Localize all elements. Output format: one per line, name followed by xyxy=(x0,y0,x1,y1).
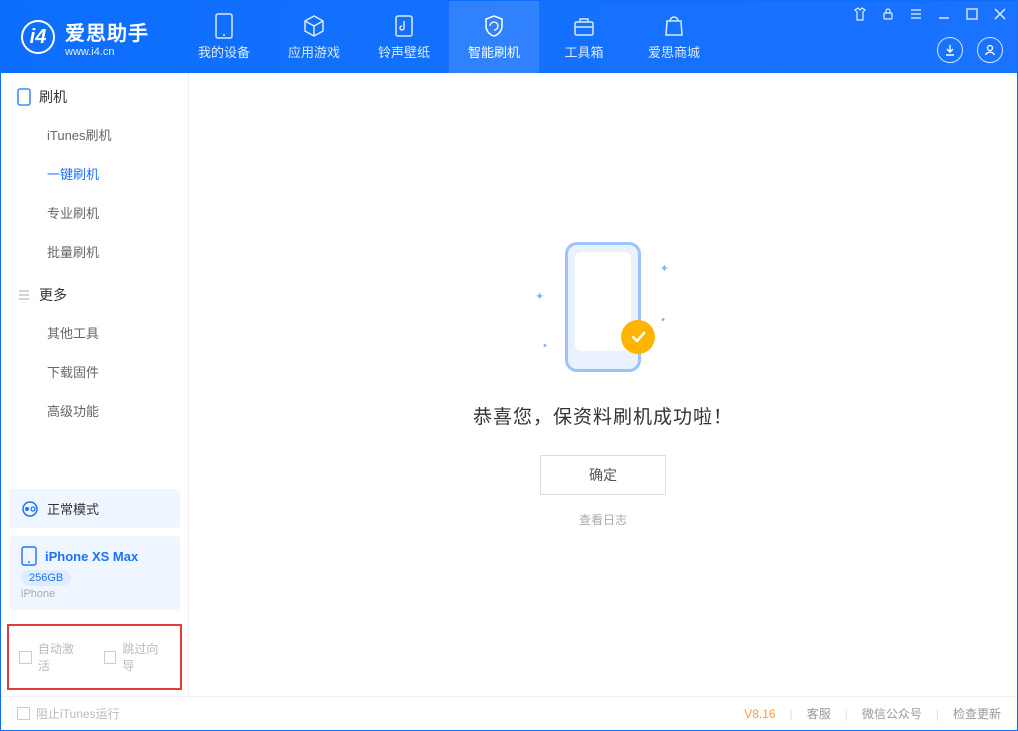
body: 刷机 iTunes刷机 一键刷机 专业刷机 批量刷机 更多 其他工具 下载固件 … xyxy=(1,73,1017,696)
window-controls xyxy=(853,7,1007,21)
device-card[interactable]: iPhone XS Max 256GB iPhone xyxy=(9,536,180,610)
app-window: i4 爱思助手 www.i4.cn 我的设备 应用游戏 铃声壁纸 智能刷机 xyxy=(0,0,1018,731)
maximize-icon[interactable] xyxy=(965,7,979,21)
tab-label: 爱思商城 xyxy=(648,42,700,61)
checkbox-auto-activate[interactable]: 自动激活 xyxy=(19,640,86,674)
tab-label: 应用游戏 xyxy=(288,42,340,61)
main-content: ✦ ✦ • • 恭喜您，保资料刷机成功啦！ 确定 查看日志 xyxy=(189,73,1017,696)
version-label: V8.16 xyxy=(744,707,775,721)
sidebar-item-advanced[interactable]: 高级功能 xyxy=(1,391,188,430)
logo-area: i4 爱思助手 www.i4.cn xyxy=(1,17,169,58)
user-icon[interactable] xyxy=(977,37,1003,63)
tab-label: 我的设备 xyxy=(198,42,250,61)
success-illustration: ✦ ✦ • • xyxy=(543,242,663,382)
tab-apps-games[interactable]: 应用游戏 xyxy=(269,1,359,73)
statusbar-right: V8.16 | 客服 | 微信公众号 | 检查更新 xyxy=(744,705,1001,722)
cube-icon xyxy=(302,14,326,38)
download-icon[interactable] xyxy=(937,37,963,63)
checkbox-icon xyxy=(104,651,117,664)
device-name: iPhone XS Max xyxy=(45,549,138,564)
minimize-icon[interactable] xyxy=(937,7,951,21)
sidebar-item-onekey-flash[interactable]: 一键刷机 xyxy=(1,154,188,193)
toolbox-icon xyxy=(572,14,596,38)
list-icon xyxy=(17,288,31,302)
sidebar-item-other-tools[interactable]: 其他工具 xyxy=(1,313,188,352)
link-wechat[interactable]: 微信公众号 xyxy=(862,705,922,722)
checkbox-label: 跳过向导 xyxy=(122,640,170,674)
checkbox-icon xyxy=(17,707,30,720)
tab-ringtone-wallpaper[interactable]: 铃声壁纸 xyxy=(359,1,449,73)
mode-label: 正常模式 xyxy=(47,499,99,518)
checkbox-label: 阻止iTunes运行 xyxy=(36,705,120,722)
mode-icon xyxy=(21,500,39,518)
sparkle-icon: ✦ xyxy=(660,262,669,275)
tab-my-device[interactable]: 我的设备 xyxy=(179,1,269,73)
link-check-update[interactable]: 检查更新 xyxy=(953,705,1001,722)
bag-icon xyxy=(662,14,686,38)
logo-text: 爱思助手 www.i4.cn xyxy=(65,17,149,58)
tshirt-icon[interactable] xyxy=(853,7,867,21)
section-title: 更多 xyxy=(39,285,67,305)
section-title: 刷机 xyxy=(39,87,67,107)
sidebar-section-flash: 刷机 xyxy=(1,73,188,115)
checkbox-label: 自动激活 xyxy=(38,640,86,674)
device-capacity-badge: 256GB xyxy=(21,570,71,586)
tab-label: 工具箱 xyxy=(564,42,603,61)
titlebar-actions xyxy=(937,37,1003,63)
checkbox-skip-guide[interactable]: 跳过向导 xyxy=(104,640,171,674)
device-type: iPhone xyxy=(21,588,168,600)
view-log-link[interactable]: 查看日志 xyxy=(579,511,627,528)
device-icon xyxy=(212,14,236,38)
close-icon[interactable] xyxy=(993,7,1007,21)
success-message: 恭喜您，保资料刷机成功啦！ xyxy=(473,402,733,429)
link-support[interactable]: 客服 xyxy=(807,705,831,722)
mode-card[interactable]: 正常模式 xyxy=(9,489,180,528)
app-subtitle: www.i4.cn xyxy=(65,46,149,58)
check-badge-icon xyxy=(621,320,655,354)
options-highlight-box: 自动激活 跳过向导 xyxy=(7,624,182,690)
sidebar-item-download-firmware[interactable]: 下载固件 xyxy=(1,352,188,391)
titlebar: i4 爱思助手 www.i4.cn 我的设备 应用游戏 铃声壁纸 智能刷机 xyxy=(1,1,1017,73)
shield-refresh-icon xyxy=(482,14,506,38)
sidebar: 刷机 iTunes刷机 一键刷机 专业刷机 批量刷机 更多 其他工具 下载固件 … xyxy=(1,73,189,696)
tab-label: 智能刷机 xyxy=(468,42,520,61)
music-file-icon xyxy=(392,14,416,38)
lock-icon[interactable] xyxy=(881,7,895,21)
checkbox-block-itunes[interactable]: 阻止iTunes运行 xyxy=(17,705,120,722)
sparkle-icon: • xyxy=(543,340,547,352)
device-phone-icon xyxy=(21,546,37,566)
nav-tabs: 我的设备 应用游戏 铃声壁纸 智能刷机 工具箱 爱思商城 xyxy=(179,1,719,73)
sparkle-icon: ✦ xyxy=(535,290,544,303)
statusbar: 阻止iTunes运行 V8.16 | 客服 | 微信公众号 | 检查更新 xyxy=(1,696,1017,730)
app-logo-icon: i4 xyxy=(21,20,55,54)
tab-toolbox[interactable]: 工具箱 xyxy=(539,1,629,73)
tab-store[interactable]: 爱思商城 xyxy=(629,1,719,73)
sidebar-item-batch-flash[interactable]: 批量刷机 xyxy=(1,232,188,271)
phone-small-icon xyxy=(17,88,31,106)
ok-button[interactable]: 确定 xyxy=(540,455,666,495)
menu-icon[interactable] xyxy=(909,7,923,21)
tab-flash[interactable]: 智能刷机 xyxy=(449,1,539,73)
sparkle-icon: • xyxy=(661,314,665,326)
tab-label: 铃声壁纸 xyxy=(378,42,430,61)
checkbox-icon xyxy=(19,651,32,664)
sidebar-item-itunes-flash[interactable]: iTunes刷机 xyxy=(1,115,188,154)
sidebar-section-more: 更多 xyxy=(1,271,188,313)
app-title: 爱思助手 xyxy=(65,17,149,46)
sidebar-item-pro-flash[interactable]: 专业刷机 xyxy=(1,193,188,232)
